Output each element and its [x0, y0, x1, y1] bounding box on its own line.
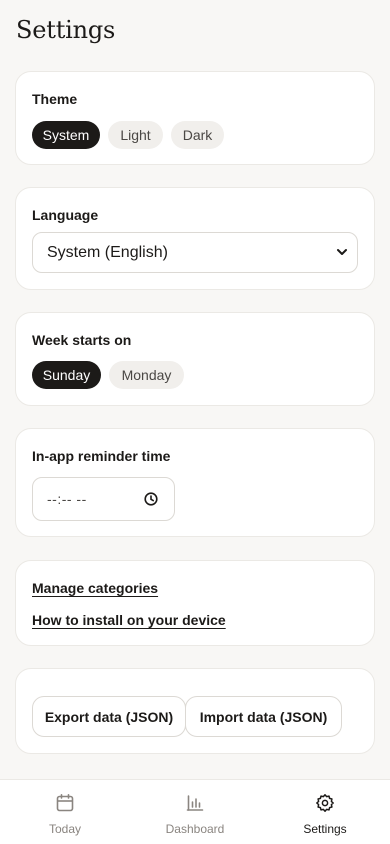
settings-screen: Settings Theme System Light Dark Languag… — [0, 0, 390, 844]
install-guide-link[interactable]: How to install on your device — [32, 612, 226, 628]
theme-label: Theme — [32, 91, 78, 107]
theme-option-dark[interactable]: Dark — [171, 121, 224, 149]
clock-icon[interactable] — [144, 492, 158, 509]
reminder-time-value: --:-- -- — [47, 491, 87, 507]
theme-segmented-control: System Light Dark — [32, 121, 224, 149]
bottom-tab-bar: Today Dashboard Settings — [0, 779, 390, 844]
calendar-icon — [55, 793, 75, 818]
data-card: Export data (JSON) Import data (JSON) — [15, 668, 375, 754]
tab-settings[interactable]: Settings — [260, 780, 390, 844]
tab-dashboard[interactable]: Dashboard — [130, 780, 260, 844]
chevron-down-icon — [335, 245, 349, 264]
export-data-button[interactable]: Export data (JSON) — [32, 696, 186, 737]
tab-dashboard-label: Dashboard — [165, 822, 225, 836]
links-card: Manage categories How to install on your… — [15, 560, 375, 646]
reminder-card: In-app reminder time --:-- -- — [15, 428, 375, 537]
tab-today-label: Today — [48, 822, 82, 836]
week-start-card: Week starts on Sunday Monday — [15, 312, 375, 406]
manage-categories-link[interactable]: Manage categories — [32, 580, 158, 596]
week-option-monday[interactable]: Monday — [109, 361, 184, 389]
language-select[interactable]: System (English) — [32, 232, 358, 273]
gear-icon — [315, 793, 335, 818]
week-start-segmented-control: Sunday Monday — [32, 361, 184, 389]
week-start-label: Week starts on — [32, 332, 132, 348]
page-title: Settings — [16, 16, 116, 44]
tab-settings-label: Settings — [303, 822, 347, 836]
reminder-time-input[interactable]: --:-- -- — [32, 477, 175, 521]
import-data-button[interactable]: Import data (JSON) — [185, 696, 342, 737]
theme-option-light[interactable]: Light — [108, 121, 163, 149]
language-label: Language — [32, 207, 99, 223]
theme-option-system[interactable]: System — [32, 121, 100, 149]
language-card: Language System (English) — [15, 187, 375, 290]
theme-card: Theme System Light Dark — [15, 71, 375, 165]
bar-chart-icon — [185, 793, 205, 818]
tab-today[interactable]: Today — [0, 780, 130, 844]
reminder-label: In-app reminder time — [32, 448, 171, 464]
language-select-value: System (English) — [47, 243, 168, 261]
week-option-sunday[interactable]: Sunday — [32, 361, 101, 389]
